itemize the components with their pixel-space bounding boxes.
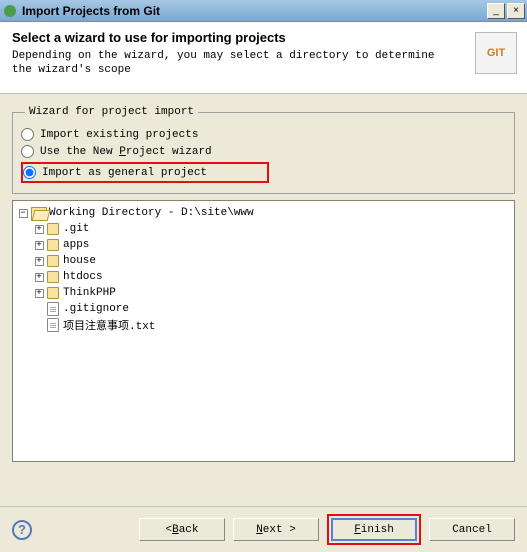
radio-import-existing[interactable]: Import existing projects bbox=[21, 126, 506, 143]
tree-item[interactable]: + apps bbox=[15, 237, 512, 253]
next-button[interactable]: Next > bbox=[233, 518, 319, 541]
tree-item-label: apps bbox=[63, 239, 89, 251]
radio-general-highlight: Import as general project bbox=[21, 162, 269, 183]
cancel-button[interactable]: Cancel bbox=[429, 518, 515, 541]
tree-item-label: house bbox=[63, 255, 96, 267]
help-button[interactable]: ? bbox=[12, 520, 32, 540]
radio-new-project-wizard[interactable]: Use the New Project wizard bbox=[21, 143, 506, 160]
folder-open-icon bbox=[31, 207, 45, 219]
wizard-options-group: Wizard for project import Import existin… bbox=[12, 106, 515, 194]
finish-button[interactable]: Finish bbox=[331, 518, 417, 541]
tree-item-label: htdocs bbox=[63, 271, 103, 283]
git-logo: GIT bbox=[475, 32, 517, 74]
radio-existing-input[interactable] bbox=[21, 128, 34, 141]
radio-import-general[interactable]: Import as general project bbox=[23, 164, 207, 181]
tree-root-label: Working Directory - D:\site\www bbox=[49, 207, 254, 219]
titlebar: Import Projects from Git _ × bbox=[0, 0, 527, 22]
expander-icon[interactable]: − bbox=[19, 209, 28, 218]
expander-icon[interactable]: + bbox=[35, 241, 44, 250]
tree-item[interactable]: + house bbox=[15, 253, 512, 269]
wizard-header: Select a wizard to use for importing pro… bbox=[0, 22, 527, 94]
radio-general-label: Import as general project bbox=[42, 167, 207, 179]
finish-highlight: Finish bbox=[327, 514, 421, 545]
tree-item-label: .gitignore bbox=[63, 303, 129, 315]
button-bar: ? < Back Next > Finish Cancel bbox=[0, 506, 527, 552]
expander-icon[interactable]: + bbox=[35, 225, 44, 234]
folder-icon bbox=[47, 271, 59, 283]
back-button[interactable]: < Back bbox=[139, 518, 225, 541]
tree-item[interactable]: 项目注意事项.txt bbox=[15, 317, 512, 333]
radio-new-label: Use the New Project wizard bbox=[40, 146, 212, 158]
expander-icon[interactable]: + bbox=[35, 289, 44, 298]
folder-icon bbox=[47, 287, 59, 299]
app-icon bbox=[2, 3, 18, 19]
tree-item[interactable]: + ThinkPHP bbox=[15, 285, 512, 301]
folder-icon bbox=[47, 255, 59, 267]
close-button[interactable]: × bbox=[507, 3, 525, 19]
file-icon bbox=[47, 318, 59, 332]
tree-root[interactable]: − Working Directory - D:\site\www bbox=[15, 205, 512, 221]
folder-icon bbox=[47, 239, 59, 251]
content-area: Wizard for project import Import existin… bbox=[0, 94, 527, 474]
radio-existing-label: Import existing projects bbox=[40, 129, 198, 141]
file-icon bbox=[47, 302, 59, 316]
radio-general-input[interactable] bbox=[23, 166, 36, 179]
tree-item[interactable]: .gitignore bbox=[15, 301, 512, 317]
page-description: Depending on the wizard, you may select … bbox=[12, 49, 515, 78]
tree-item[interactable]: + htdocs bbox=[15, 269, 512, 285]
window-title: Import Projects from Git bbox=[22, 4, 485, 18]
folder-icon bbox=[47, 223, 59, 235]
radio-new-input[interactable] bbox=[21, 145, 34, 158]
tree-item-label: 项目注意事项.txt bbox=[63, 317, 155, 333]
page-title: Select a wizard to use for importing pro… bbox=[12, 30, 515, 45]
tree-item-label: ThinkPHP bbox=[63, 287, 116, 299]
group-legend: Wizard for project import bbox=[25, 106, 198, 118]
expander-icon[interactable]: + bbox=[35, 273, 44, 282]
expander-icon[interactable]: + bbox=[35, 257, 44, 266]
tree-item-label: .git bbox=[63, 223, 89, 235]
minimize-button[interactable]: _ bbox=[487, 3, 505, 19]
directory-tree[interactable]: − Working Directory - D:\site\www +.git+… bbox=[12, 200, 515, 462]
tree-item[interactable]: + .git bbox=[15, 221, 512, 237]
